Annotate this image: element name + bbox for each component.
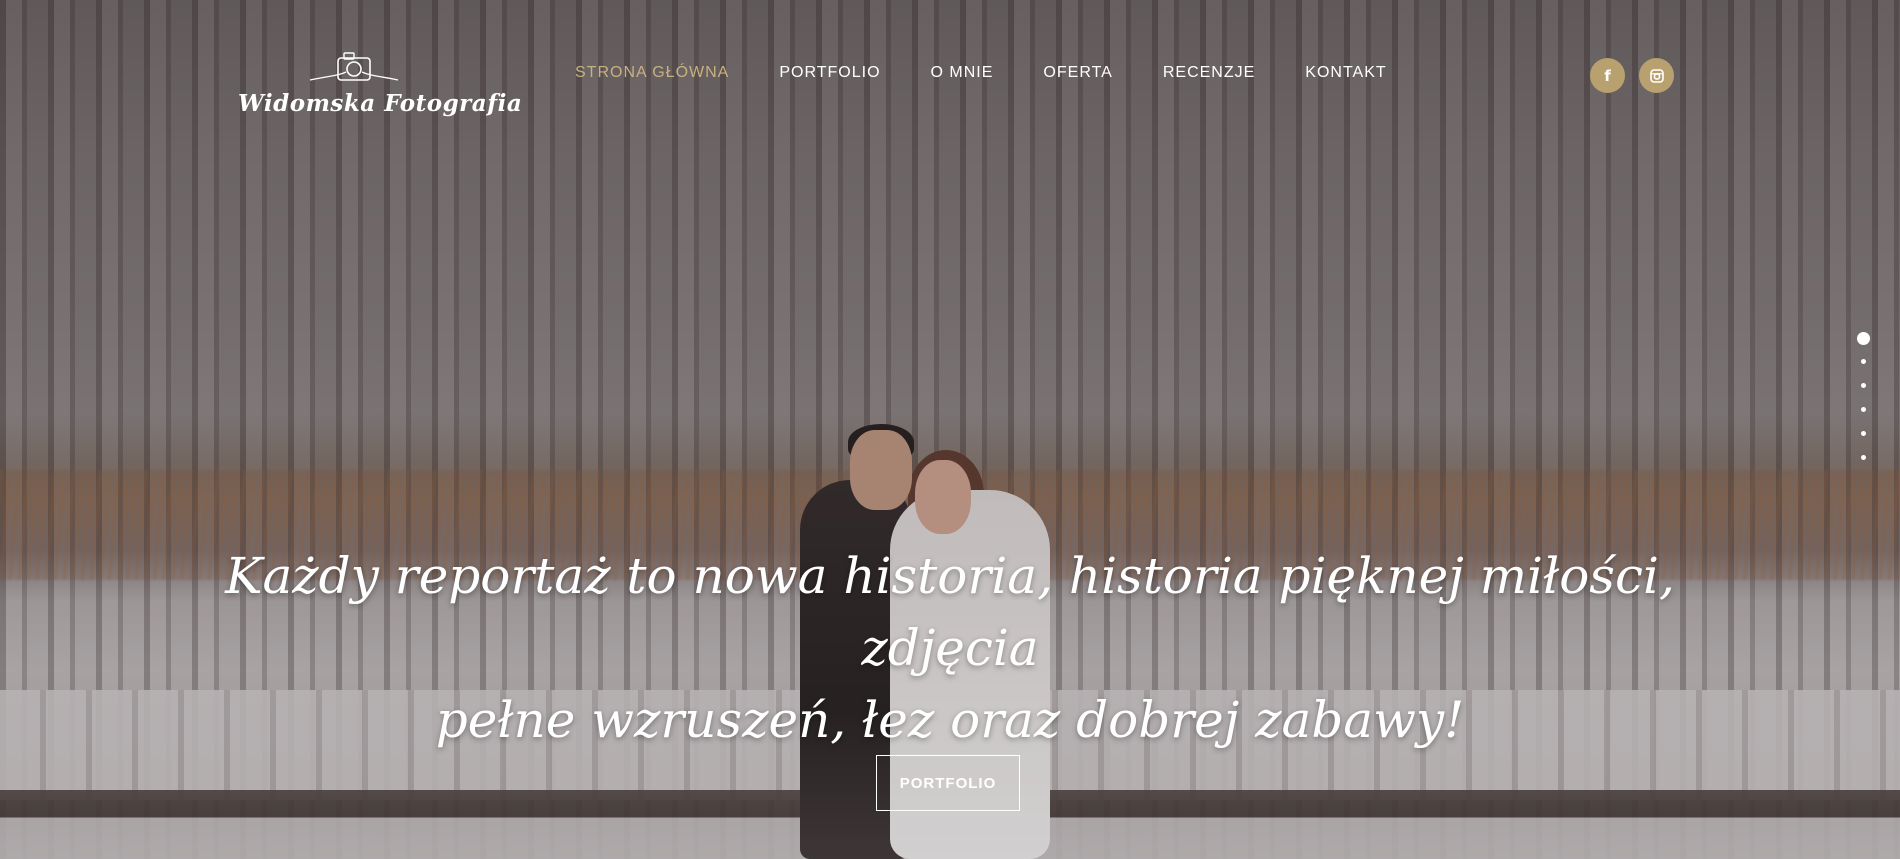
instagram-glyph-icon	[1649, 68, 1664, 83]
main-nav: STRONA GŁÓWNA PORTFOLIO O MNIE OFERTA RE…	[575, 63, 1387, 83]
instagram-icon[interactable]	[1639, 58, 1674, 93]
nav-item-recenzje[interactable]: RECENZJE	[1163, 63, 1255, 83]
slider-pagination	[1856, 332, 1870, 479]
slider-dot-4[interactable]	[1860, 407, 1866, 412]
slider-dot-6[interactable]	[1860, 455, 1866, 460]
facebook-icon[interactable]: f	[1590, 58, 1625, 93]
social-links: f	[1590, 58, 1674, 93]
slider-dot-1[interactable]	[1856, 332, 1870, 345]
camera-icon	[309, 52, 399, 81]
nav-item-oferta[interactable]: OFERTA	[1043, 63, 1112, 83]
hero-section: Widomska Fotografia STRONA GŁÓWNA PORTFO…	[0, 0, 1900, 859]
slider-dot-3[interactable]	[1860, 383, 1866, 388]
hero-headline: Każdy reportaż to nowa historia, histori…	[150, 540, 1750, 756]
portfolio-button[interactable]: PORTFOLIO	[876, 755, 1020, 811]
nav-item-o-mnie[interactable]: O MNIE	[931, 63, 994, 83]
nav-item-portfolio[interactable]: PORTFOLIO	[779, 63, 880, 83]
nav-item-kontakt[interactable]: KONTAKT	[1305, 63, 1386, 83]
slider-dot-2[interactable]	[1860, 359, 1866, 364]
hero-headline-line-2: pełne wzruszeń, łez oraz dobrej zabawy!	[435, 691, 1465, 749]
site-logo[interactable]: Widomska Fotografia	[238, 50, 523, 124]
nav-item-strona-glowna[interactable]: STRONA GŁÓWNA	[575, 63, 729, 83]
hero-headline-line-1: Każdy reportaż to nowa historia, histori…	[225, 547, 1675, 677]
facebook-glyph: f	[1604, 66, 1611, 85]
slider-dot-5[interactable]	[1860, 431, 1866, 436]
logo-text: Widomska Fotografia	[238, 90, 523, 117]
